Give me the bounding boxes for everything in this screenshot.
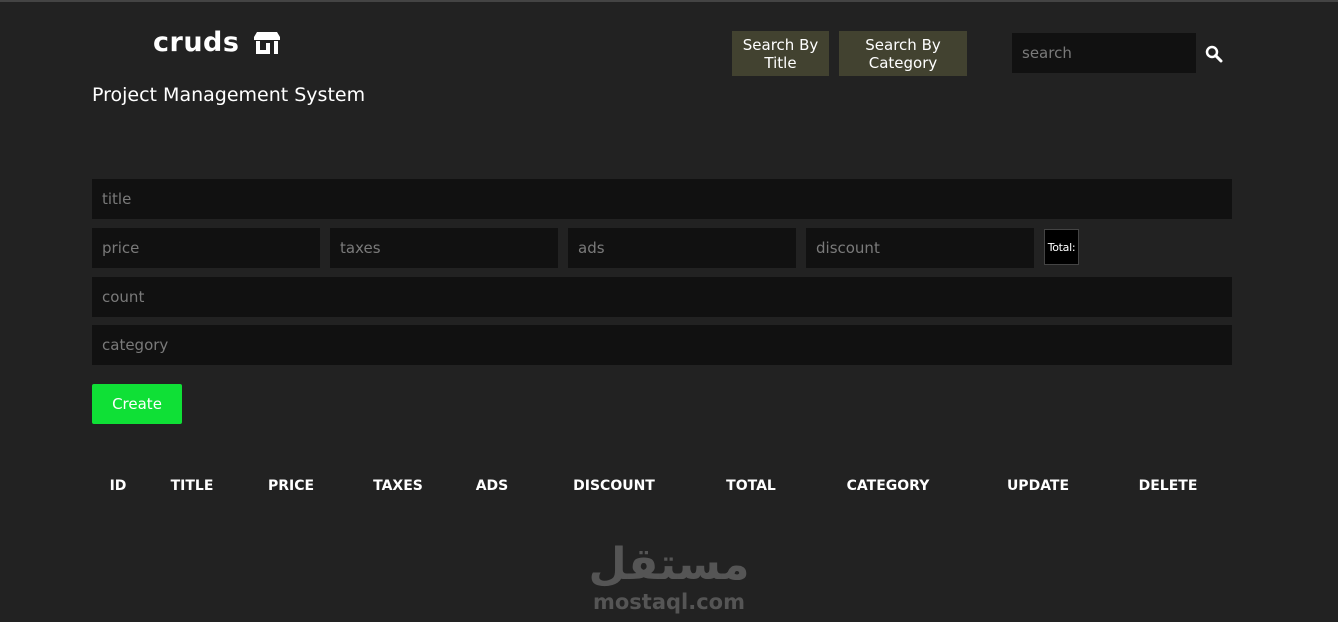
column-header-discount: DISCOUNT xyxy=(573,478,655,494)
search-icon[interactable] xyxy=(1205,45,1223,63)
column-header-total: TOTAL xyxy=(726,478,776,494)
watermark: مستقل mostaql.com xyxy=(589,535,749,615)
store-icon xyxy=(253,31,281,55)
column-header-category: CATEGORY xyxy=(846,478,930,494)
search-by-category-button[interactable]: Search By Category xyxy=(839,31,967,76)
svg-text:مستقل: مستقل xyxy=(589,539,749,587)
title-input[interactable] xyxy=(92,179,1232,219)
search-by-title-button[interactable]: Search By Title xyxy=(732,31,829,76)
watermark-logo: مستقل xyxy=(589,535,749,587)
page-title: Project Management System xyxy=(92,84,366,106)
app-logo: cruds xyxy=(153,26,281,60)
price-input[interactable] xyxy=(92,228,320,268)
column-header-title: TITLE xyxy=(170,478,214,494)
column-header-delete: DELETE xyxy=(1138,478,1198,494)
category-input[interactable] xyxy=(92,325,1232,365)
column-header-taxes: TAXES xyxy=(373,478,423,494)
ads-input[interactable] xyxy=(568,228,796,268)
discount-input[interactable] xyxy=(806,228,1034,268)
total-display: Total: xyxy=(1044,229,1079,265)
logo-text: cruds xyxy=(153,27,240,58)
create-button[interactable]: Create xyxy=(92,384,182,424)
column-header-price: PRICE xyxy=(267,478,315,494)
search-input[interactable] xyxy=(1012,33,1196,73)
watermark-domain: mostaql.com xyxy=(593,590,745,614)
count-input[interactable] xyxy=(92,277,1232,317)
column-header-ads: ADS xyxy=(475,478,509,494)
taxes-input[interactable] xyxy=(330,228,558,268)
column-header-update: UPDATE xyxy=(1006,478,1070,494)
column-header-id: ID xyxy=(109,478,127,494)
